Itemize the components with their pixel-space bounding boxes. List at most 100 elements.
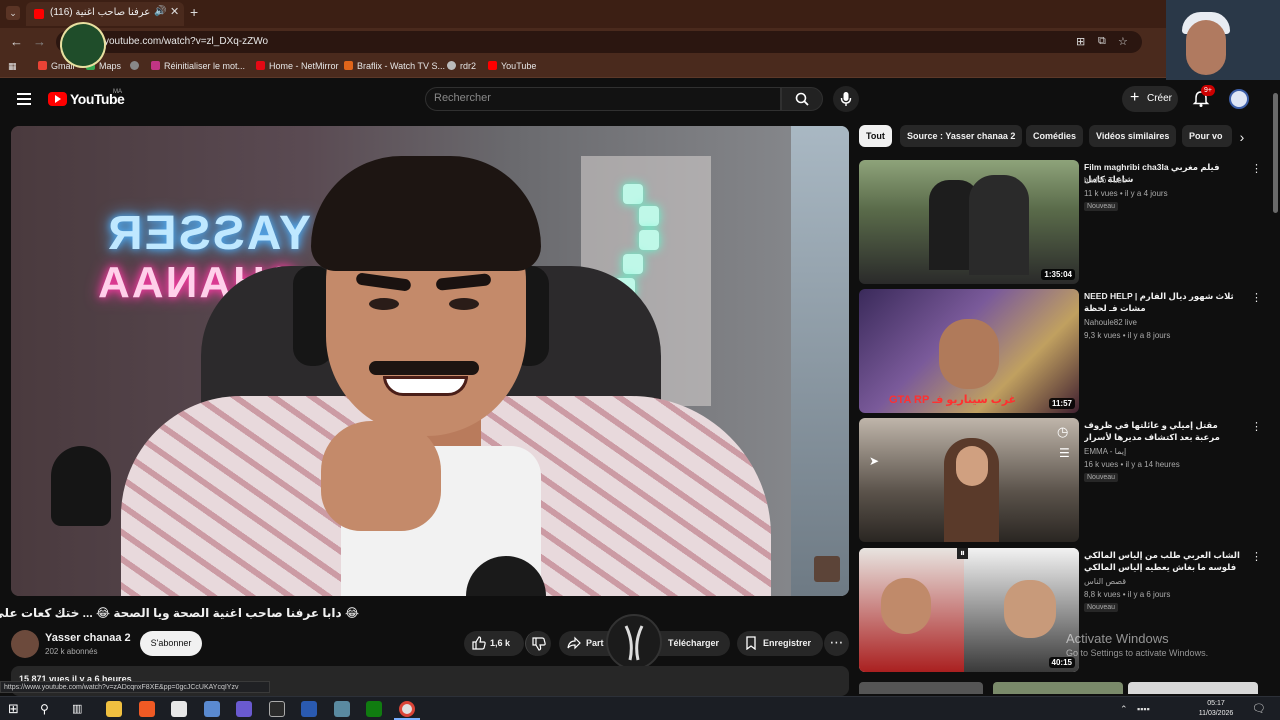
bookmark-youtube[interactable]: YouTube [488,61,536,71]
recommendation-item[interactable]: 1:35:04 Film maghribi cha3la فيلم مغربي … [859,160,1269,285]
search-input[interactable] [434,92,764,104]
apps-grid-icon[interactable]: ▦ [8,61,17,72]
notification-count-badge: 9+ [1201,85,1215,96]
forward-arrow-icon[interactable]: → [33,34,46,49]
rec-thumbnail-partial[interactable] [1128,682,1258,694]
new-tab-button[interactable]: + [190,4,198,20]
voice-search-button[interactable] [833,86,859,112]
url-omnibox[interactable]: youtube.com/watch?v=zl_DXq-zZWo ⊞ ⧉ ☆ [56,31,1142,53]
chip-for-you[interactable]: Pour vo [1182,125,1232,147]
scrollbar-thumb[interactable] [1273,93,1278,213]
chip-comedies[interactable]: Comédies [1026,125,1084,147]
download-label: Télécharger [668,638,720,648]
xbox-icon[interactable] [366,701,382,717]
channel-name[interactable]: Yasser chanaa 2 [45,632,131,644]
video-player[interactable]: YASSER CHANAA [11,126,849,596]
taskbar-clock[interactable]: 05:17 11/03/2026 [1196,699,1236,719]
thumb-face [1004,580,1056,638]
rec-thumbnail[interactable]: ⏸ 40:15 [859,548,1079,672]
close-icon[interactable]: ✕ [170,5,179,18]
rec-menu-icon[interactable]: ⋮ [1251,420,1262,433]
rec-channel[interactable]: Nahoule82 live [1084,318,1137,327]
more-actions-icon[interactable]: ⋯ [824,631,849,656]
create-label: Créer [1147,93,1173,104]
video-title: 😂 دابا عرفنا صاحب اغنية الصحة ويا الصحة … [0,606,359,620]
windows-start-icon[interactable]: ⊞ [8,701,24,717]
plus-icon: + [1130,89,1140,106]
chip-source[interactable]: Source : Yasser chanaa 2 [900,125,1023,147]
rec-meta: 8,8 k vues • il y a 6 jours [1084,590,1171,599]
rec-title[interactable]: مقتل إميلي و عائلتها في ظروف مرعبة بعد ا… [1084,419,1244,443]
install-app-icon[interactable]: ⧉ [1098,35,1106,48]
bookmark-braflix[interactable]: Braflix - Watch TV S... [344,61,445,71]
bookmark-instagram[interactable]: Réinitialiser le mot... [151,61,245,71]
rec-new-badge: Nouveau [1084,202,1119,211]
rec-thumbnail[interactable]: ◷ ☰ ➤ [859,418,1079,542]
rec-duration: 11:57 [1048,398,1075,409]
obs-icon[interactable] [269,701,285,717]
recommendation-item[interactable]: غرب سيناريو فـ GTA RP 11:57 NEED HELP | … [859,289,1269,414]
rec-thumbnail[interactable]: 1:35:04 [859,160,1079,284]
clock-date: 11/03/2026 [1198,710,1234,717]
recommendation-item[interactable]: ◷ ☰ ➤ مقتل إميلي و عائلتها في ظروف مرعبة… [859,418,1269,543]
app-icon[interactable] [301,701,317,717]
rec-menu-icon[interactable]: ⋮ [1251,162,1262,175]
brave-browser-icon[interactable] [139,701,155,717]
rec-menu-icon[interactable]: ⋮ [1251,291,1262,304]
app-icon[interactable] [204,701,220,717]
rec-thumbnail-partial[interactable] [859,682,983,694]
speaker-icon[interactable]: 🔊 [154,6,166,17]
hex-light [639,230,659,250]
tab-title: (116) دابا عرفنا صاحب اغنية [50,7,150,18]
channel-avatar-overlay[interactable] [814,556,840,582]
search-icon[interactable]: ⚲ [40,701,56,717]
rec-title[interactable]: NEED HELP | ثلاث شهور ديال الفارم مشات ف… [1084,290,1244,314]
create-button[interactable]: + Créer [1122,86,1178,112]
file-explorer-icon[interactable] [106,701,122,717]
task-view-icon[interactable]: ▥ [72,701,88,717]
channel-avatar[interactable] [11,630,39,658]
add-to-queue-icon[interactable]: ☰ [1059,446,1070,460]
rec-channel[interactable]: قصص الناس [1084,577,1126,586]
rec-title[interactable]: الشاب العربي طلب من إلياس المالكي فلوسه … [1084,549,1244,573]
bookmark-star-icon[interactable]: ☆ [1118,35,1128,48]
bookmark-globe[interactable] [130,61,143,71]
chip-similar[interactable]: Vidéos similaires [1089,125,1177,147]
thumbs-up-icon [472,636,486,650]
browser-tab-bar: ⌄ (116) دابا عرفنا صاحب اغنية 🔊 ✕ + [0,0,1280,28]
search-button[interactable] [781,87,823,111]
browser-tab[interactable]: (116) دابا عرفنا صاحب اغنية 🔊 ✕ [26,2,184,26]
app-icon[interactable] [334,701,350,717]
subscribe-button[interactable]: S'abonner [140,631,202,656]
chip-all[interactable]: Tout [859,125,892,147]
search-box[interactable] [425,87,781,111]
watch-later-clock-icon[interactable]: ◷ [1057,424,1068,440]
discord-icon[interactable] [236,701,252,717]
notification-center-icon[interactable]: 🗨 [1252,701,1268,717]
tray-expand-icon[interactable]: ⌃ [1120,701,1136,717]
microphone-icon [840,92,852,106]
tray-icons[interactable]: ▪▪▪▪ [1137,701,1153,717]
youtube-logo-icon[interactable] [48,92,67,106]
like-button[interactable]: 1,6 k [464,631,524,656]
windows-taskbar: ⊞ ⚲ ▥ ⌃ ▪▪▪▪ 05:17 11/03/2026 🗨 [0,696,1280,720]
save-button[interactable]: Enregistrer [737,631,823,656]
rec-menu-icon[interactable]: ⋮ [1251,550,1262,563]
store-icon[interactable] [171,701,187,717]
rec-new-badge: Nouveau [1084,603,1119,612]
account-avatar[interactable] [1229,89,1249,109]
rec-thumbnail-partial[interactable] [993,682,1123,694]
hex-light [639,206,659,226]
rec-thumbnail[interactable]: غرب سيناريو فـ GTA RP 11:57 [859,289,1079,413]
bookmark-netmirror[interactable]: Home - NetMirror [256,61,339,71]
chrome-icon[interactable] [399,701,415,717]
menu-hamburger-icon[interactable] [17,93,31,105]
chevron-right-icon[interactable]: › [1233,128,1251,146]
bookmark-rdr2[interactable]: rdr2 [447,61,476,71]
dislike-button[interactable] [525,631,551,656]
tab-search-button[interactable]: ⌄ [6,6,20,20]
rec-channel[interactable]: EMMA - إيما [1084,447,1126,456]
rec-channel[interactable]: badoo Tube [1084,176,1126,185]
translate-icon[interactable]: ⊞ [1076,35,1085,48]
back-arrow-icon[interactable]: ← [10,34,23,49]
